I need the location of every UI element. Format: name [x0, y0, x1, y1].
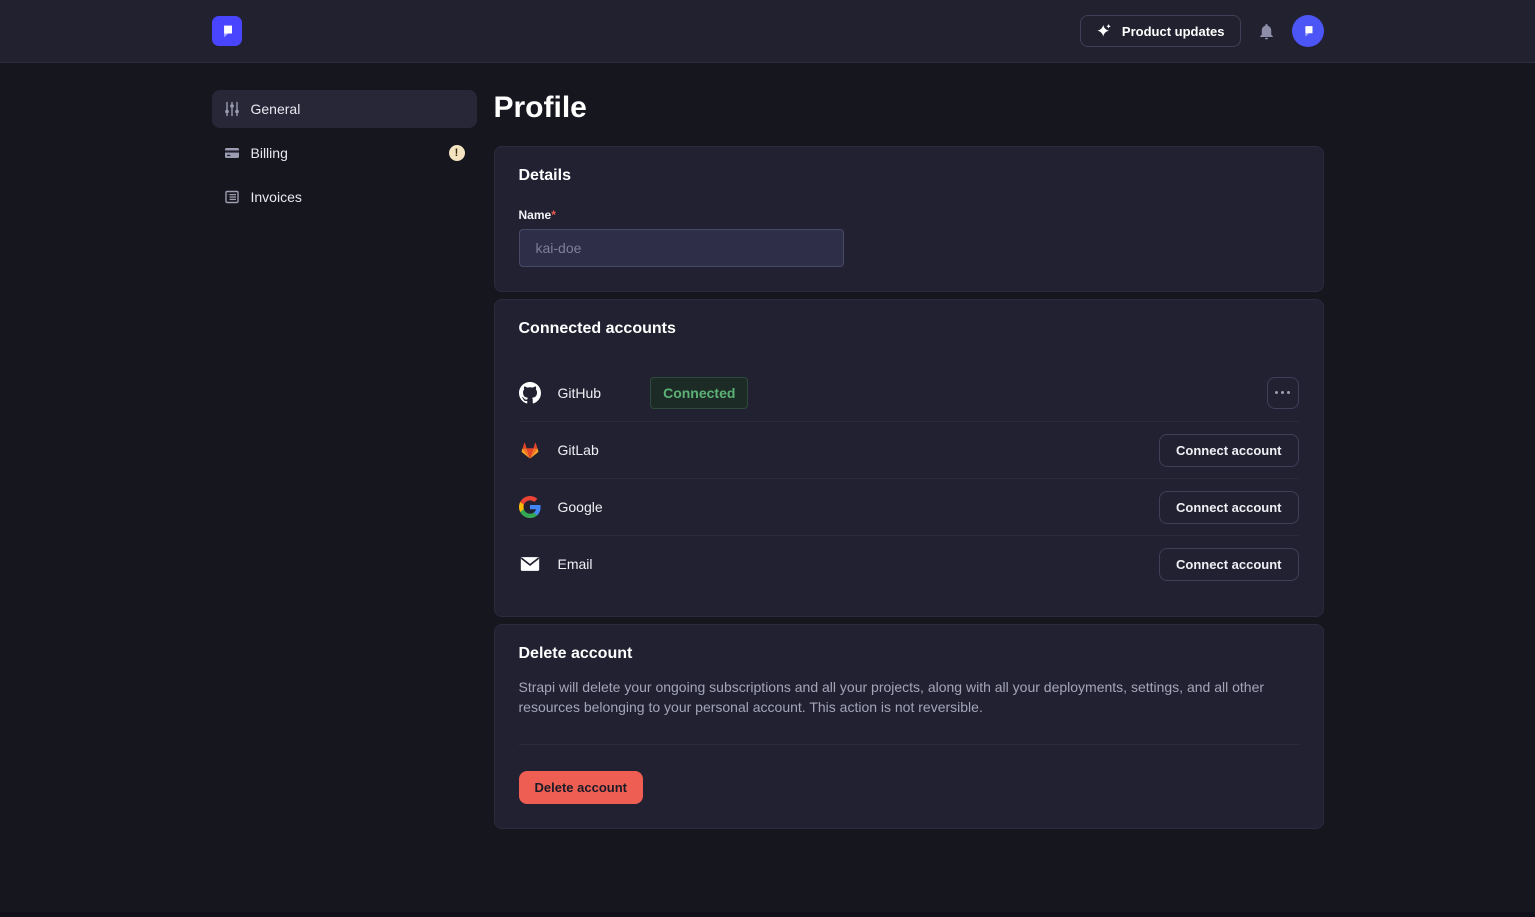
strapi-logo-icon[interactable] — [212, 16, 242, 46]
email-icon — [519, 553, 541, 575]
divider — [519, 744, 1299, 745]
account-row-google: Google Connect account — [519, 478, 1299, 535]
gitlab-connect-button[interactable]: Connect account — [1159, 434, 1298, 467]
bottom-edge — [0, 912, 1535, 917]
sparkle-icon — [1096, 23, 1113, 40]
account-row-gitlab: GitLab Connect account — [519, 421, 1299, 478]
required-marker: * — [551, 208, 556, 222]
settings-sidebar: General Billing ! Invoices — [212, 90, 477, 876]
provider-name: GitLab — [558, 442, 599, 458]
sidebar-item-general[interactable]: General — [212, 90, 477, 128]
sidebar-item-label: General — [251, 101, 465, 117]
google-icon — [519, 496, 541, 518]
name-input[interactable] — [519, 229, 844, 267]
product-updates-label: Product updates — [1122, 24, 1225, 39]
google-connect-button[interactable]: Connect account — [1159, 491, 1298, 524]
sidebar-item-label: Billing — [251, 145, 438, 161]
email-connect-button[interactable]: Connect account — [1159, 548, 1298, 581]
provider-name: GitHub — [558, 385, 602, 401]
avatar-strapi-icon — [1299, 22, 1317, 40]
bell-icon — [1257, 22, 1276, 41]
provider-name: Email — [558, 556, 593, 572]
delete-account-button[interactable]: Delete account — [519, 771, 643, 804]
invoice-icon — [224, 189, 240, 205]
provider-name: Google — [558, 499, 603, 515]
connected-status-badge: Connected — [650, 377, 748, 409]
github-more-button[interactable] — [1267, 377, 1299, 409]
details-card: Details Name* — [494, 146, 1324, 292]
details-card-title: Details — [519, 167, 1299, 185]
profile-page: Profile Details Name* Connected accounts — [494, 90, 1324, 876]
sidebar-item-invoices[interactable]: Invoices — [212, 178, 477, 216]
delete-account-title: Delete account — [519, 645, 1299, 663]
credit-card-icon — [224, 145, 240, 161]
sliders-icon — [224, 101, 240, 117]
user-avatar[interactable] — [1292, 15, 1324, 47]
product-updates-button[interactable]: Product updates — [1080, 15, 1241, 47]
sidebar-item-label: Invoices — [251, 189, 465, 205]
sidebar-item-billing[interactable]: Billing ! — [212, 134, 477, 172]
delete-account-description: Strapi will delete your ongoing subscrip… — [519, 677, 1299, 717]
connected-accounts-card: Connected accounts GitHub Connected — [494, 299, 1324, 617]
gitlab-icon — [519, 439, 541, 461]
billing-warning-badge: ! — [449, 145, 465, 161]
account-row-email: Email Connect account — [519, 535, 1299, 592]
notifications-button[interactable] — [1257, 22, 1276, 41]
connected-accounts-title: Connected accounts — [519, 320, 1299, 338]
delete-account-card: Delete account Strapi will delete your o… — [494, 624, 1324, 829]
github-icon — [519, 382, 541, 404]
topbar: Product updates — [0, 0, 1535, 63]
strapi-glyph — [217, 21, 237, 41]
page-title: Profile — [494, 90, 1324, 126]
ellipsis-icon — [1275, 391, 1278, 394]
name-field-label: Name* — [519, 208, 1299, 222]
account-row-github: GitHub Connected — [519, 364, 1299, 421]
